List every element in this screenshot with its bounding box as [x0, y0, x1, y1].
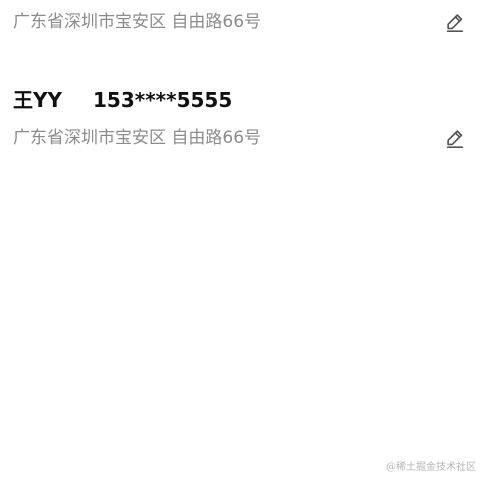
edit-address-button[interactable]: [441, 8, 469, 36]
pencil-icon: [446, 14, 464, 32]
contact-name: 王YY: [13, 88, 62, 112]
contact-phone: 153****5555: [93, 88, 233, 112]
address-entry-1-address-row[interactable]: 广东省深圳市宝安区 自由路66号: [0, 6, 480, 38]
address-text: 广东省深圳市宝安区 自由路66号: [13, 12, 262, 32]
watermark: @稀土掘金技术社区: [386, 462, 476, 473]
edit-address-button[interactable]: [441, 124, 469, 152]
pencil-icon: [446, 130, 464, 148]
address-entry-2-address-row[interactable]: 广东省深圳市宝安区 自由路66号: [0, 122, 480, 154]
address-text: 广东省深圳市宝安区 自由路66号: [13, 128, 262, 148]
address-entry-2-contact-row[interactable]: 王YY 153****5555: [0, 86, 480, 114]
